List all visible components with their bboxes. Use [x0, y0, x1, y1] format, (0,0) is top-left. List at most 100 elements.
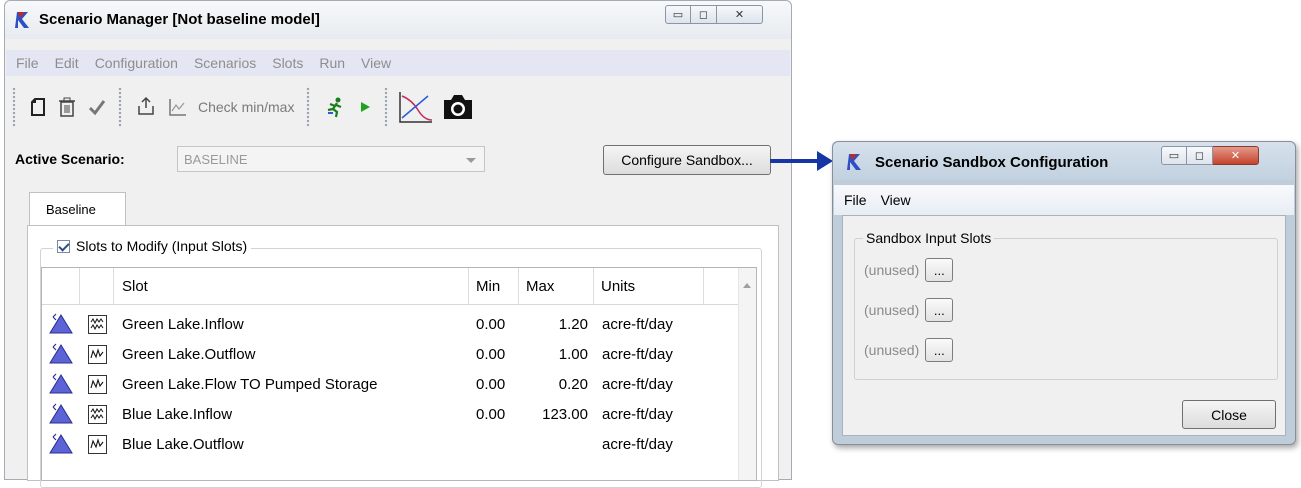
sandbox-slot-label: (unused) — [864, 262, 920, 278]
chart-button[interactable] — [398, 91, 434, 123]
max-cell: 0.20 — [558, 375, 588, 393]
riverware-logo-icon — [15, 12, 29, 28]
min-cell: 0.00 — [476, 315, 506, 333]
table-row[interactable]: Green Lake.Inflow 0.00 1.20 acre-ft/day — [42, 309, 756, 339]
sandbox-menu-bar: File View — [834, 185, 1294, 215]
configure-sandbox-button[interactable]: Configure Sandbox... — [603, 145, 771, 175]
sandbox-slot-row: (unused) ... — [864, 258, 954, 282]
slot-name-cell: Green Lake.Inflow — [122, 315, 244, 333]
sandbox-title-bar: Scenario Sandbox Configuration ▭ ◻ ✕ — [833, 142, 1295, 180]
new-scenario-button[interactable] — [30, 91, 46, 123]
menu-scenarios[interactable]: Scenarios — [194, 55, 256, 71]
play-button[interactable] — [358, 91, 372, 123]
slot-name-cell: Blue Lake.Outflow — [122, 435, 244, 453]
slot-name-cell: Blue Lake.Inflow — [122, 405, 233, 423]
chevron-down-icon — [466, 158, 476, 163]
menu-file[interactable]: File — [844, 192, 867, 208]
toolbar-grip[interactable] — [384, 87, 389, 127]
column-header-max[interactable]: Max — [519, 268, 594, 304]
title-bar: Scenario Manager [Not baseline model] ▭ … — [5, 1, 791, 39]
close-window-button[interactable]: ✕ — [717, 5, 763, 24]
sandbox-slot-select-button[interactable]: ... — [925, 338, 954, 362]
minimize-icon: ▭ — [1168, 150, 1180, 162]
active-scenario-select[interactable]: BASELINE — [177, 146, 485, 172]
new-document-icon — [31, 98, 45, 116]
slot-name-cell: Green Lake.Outflow — [122, 345, 256, 363]
connector-arrow-icon — [817, 151, 833, 171]
max-cell: 1.20 — [558, 315, 588, 333]
multi-series-icon — [80, 314, 114, 334]
sandbox-slot-label: (unused) — [864, 302, 920, 318]
sandbox-slot-select-button[interactable]: ... — [925, 258, 954, 282]
max-cell: 123.00 — [542, 405, 588, 423]
delete-button[interactable] — [58, 91, 76, 123]
vertical-scrollbar[interactable] — [738, 268, 756, 480]
scenario-sandbox-window: Scenario Sandbox Configuration ▭ ◻ ✕ Fil… — [832, 141, 1296, 445]
close-icon: ✕ — [1230, 150, 1241, 162]
table-header: Slot Min Max Units — [42, 268, 756, 305]
menu-bar: File Edit Configuration Scenarios Slots … — [6, 50, 790, 76]
sandbox-slot-label: (unused) — [864, 342, 920, 358]
checkmark-icon — [88, 100, 106, 116]
slots-to-modify-checkbox[interactable] — [57, 239, 70, 253]
toolbar-grip[interactable] — [306, 87, 311, 127]
sandbox-input-slots-legend: Sandbox Input Slots — [863, 230, 995, 246]
sandbox-slot-row: (unused) ... — [864, 338, 954, 362]
units-cell: acre-ft/day — [602, 375, 673, 393]
multi-series-icon — [80, 404, 114, 424]
check-minmax-button[interactable]: Check min/max — [198, 99, 294, 115]
table-row[interactable]: Green Lake.Outflow 0.00 1.00 acre-ft/day — [42, 339, 756, 369]
plot-button[interactable] — [168, 91, 188, 123]
series-icon — [80, 374, 114, 394]
sandbox-slot-row: (unused) ... — [864, 298, 954, 322]
slots-to-modify-legend: Slots to Modify (Input Slots) — [53, 238, 252, 254]
input-slots-table: Slot Min Max Units Green Lake.Inflow 0.00… — [41, 267, 757, 481]
toolbar-grip[interactable] — [118, 87, 122, 127]
table-row[interactable]: Blue Lake.Inflow 0.00 123.00 acre-ft/day — [42, 399, 756, 429]
menu-slots[interactable]: Slots — [272, 55, 303, 71]
minimize-button[interactable]: ▭ — [1161, 146, 1187, 165]
export-icon — [138, 96, 154, 115]
column-header-icon1 — [42, 268, 80, 304]
min-cell: 0.00 — [476, 405, 506, 423]
maximize-button[interactable]: ◻ — [1187, 146, 1213, 165]
maximize-button[interactable]: ◻ — [691, 5, 717, 24]
series-icon — [80, 344, 114, 364]
column-header-slot[interactable]: Slot — [114, 268, 469, 304]
scroll-up-arrow-icon[interactable] — [743, 283, 751, 288]
window-controls: ▭ ◻ ✕ — [665, 5, 763, 24]
snapshot-button[interactable] — [440, 91, 476, 123]
menu-file[interactable]: File — [16, 55, 39, 71]
close-icon: ✕ — [734, 9, 745, 21]
export-button[interactable] — [136, 91, 156, 123]
close-window-button[interactable]: ✕ — [1213, 146, 1259, 165]
camera-icon — [444, 95, 473, 119]
active-scenario-value: BASELINE — [184, 152, 248, 167]
menu-view[interactable]: View — [881, 192, 911, 208]
sandbox-slot-select-button[interactable]: ... — [925, 298, 954, 322]
scenario-manager-window: Scenario Manager [Not baseline model] ▭ … — [4, 0, 792, 488]
units-cell: acre-ft/day — [602, 315, 673, 333]
menu-run[interactable]: Run — [319, 55, 345, 71]
toolbar-grip[interactable] — [12, 87, 16, 127]
table-body: Green Lake.Inflow 0.00 1.20 acre-ft/day Gree… — [42, 309, 756, 459]
run-button[interactable] — [324, 91, 346, 123]
menu-edit[interactable]: Edit — [55, 55, 79, 71]
table-row[interactable]: Green Lake.Flow TO Pumped Storage 0.00 0.2… — [42, 369, 756, 399]
menu-configuration[interactable]: Configuration — [95, 55, 178, 71]
column-header-units[interactable]: Units — [594, 268, 704, 304]
minimize-button[interactable]: ▭ — [665, 5, 691, 24]
column-header-min[interactable]: Min — [469, 268, 519, 304]
close-button[interactable]: Close — [1182, 400, 1276, 429]
min-cell: 0.00 — [476, 375, 506, 393]
table-row[interactable]: Blue Lake.Outflow acre-ft/day — [42, 429, 756, 459]
toolbar: Check min/max — [6, 78, 790, 136]
validate-button[interactable] — [88, 91, 106, 123]
column-header-icon2 — [80, 268, 114, 304]
menu-view[interactable]: View — [361, 55, 391, 71]
tab-baseline[interactable]: Baseline — [29, 192, 126, 226]
sandbox-window-controls: ▭ ◻ ✕ — [1161, 146, 1259, 165]
active-scenario-label: Active Scenario: — [15, 151, 125, 167]
sandbox-window-title: Scenario Sandbox Configuration — [875, 154, 1109, 171]
maximize-icon: ◻ — [1194, 150, 1205, 162]
